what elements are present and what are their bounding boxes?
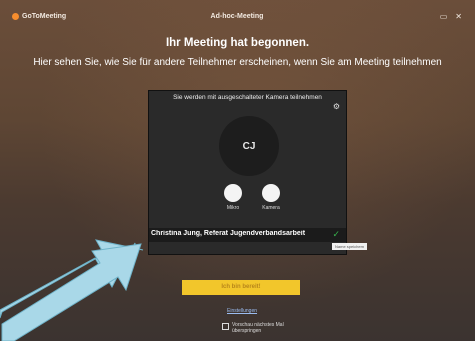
annotation-arrow-icon	[0, 239, 144, 341]
